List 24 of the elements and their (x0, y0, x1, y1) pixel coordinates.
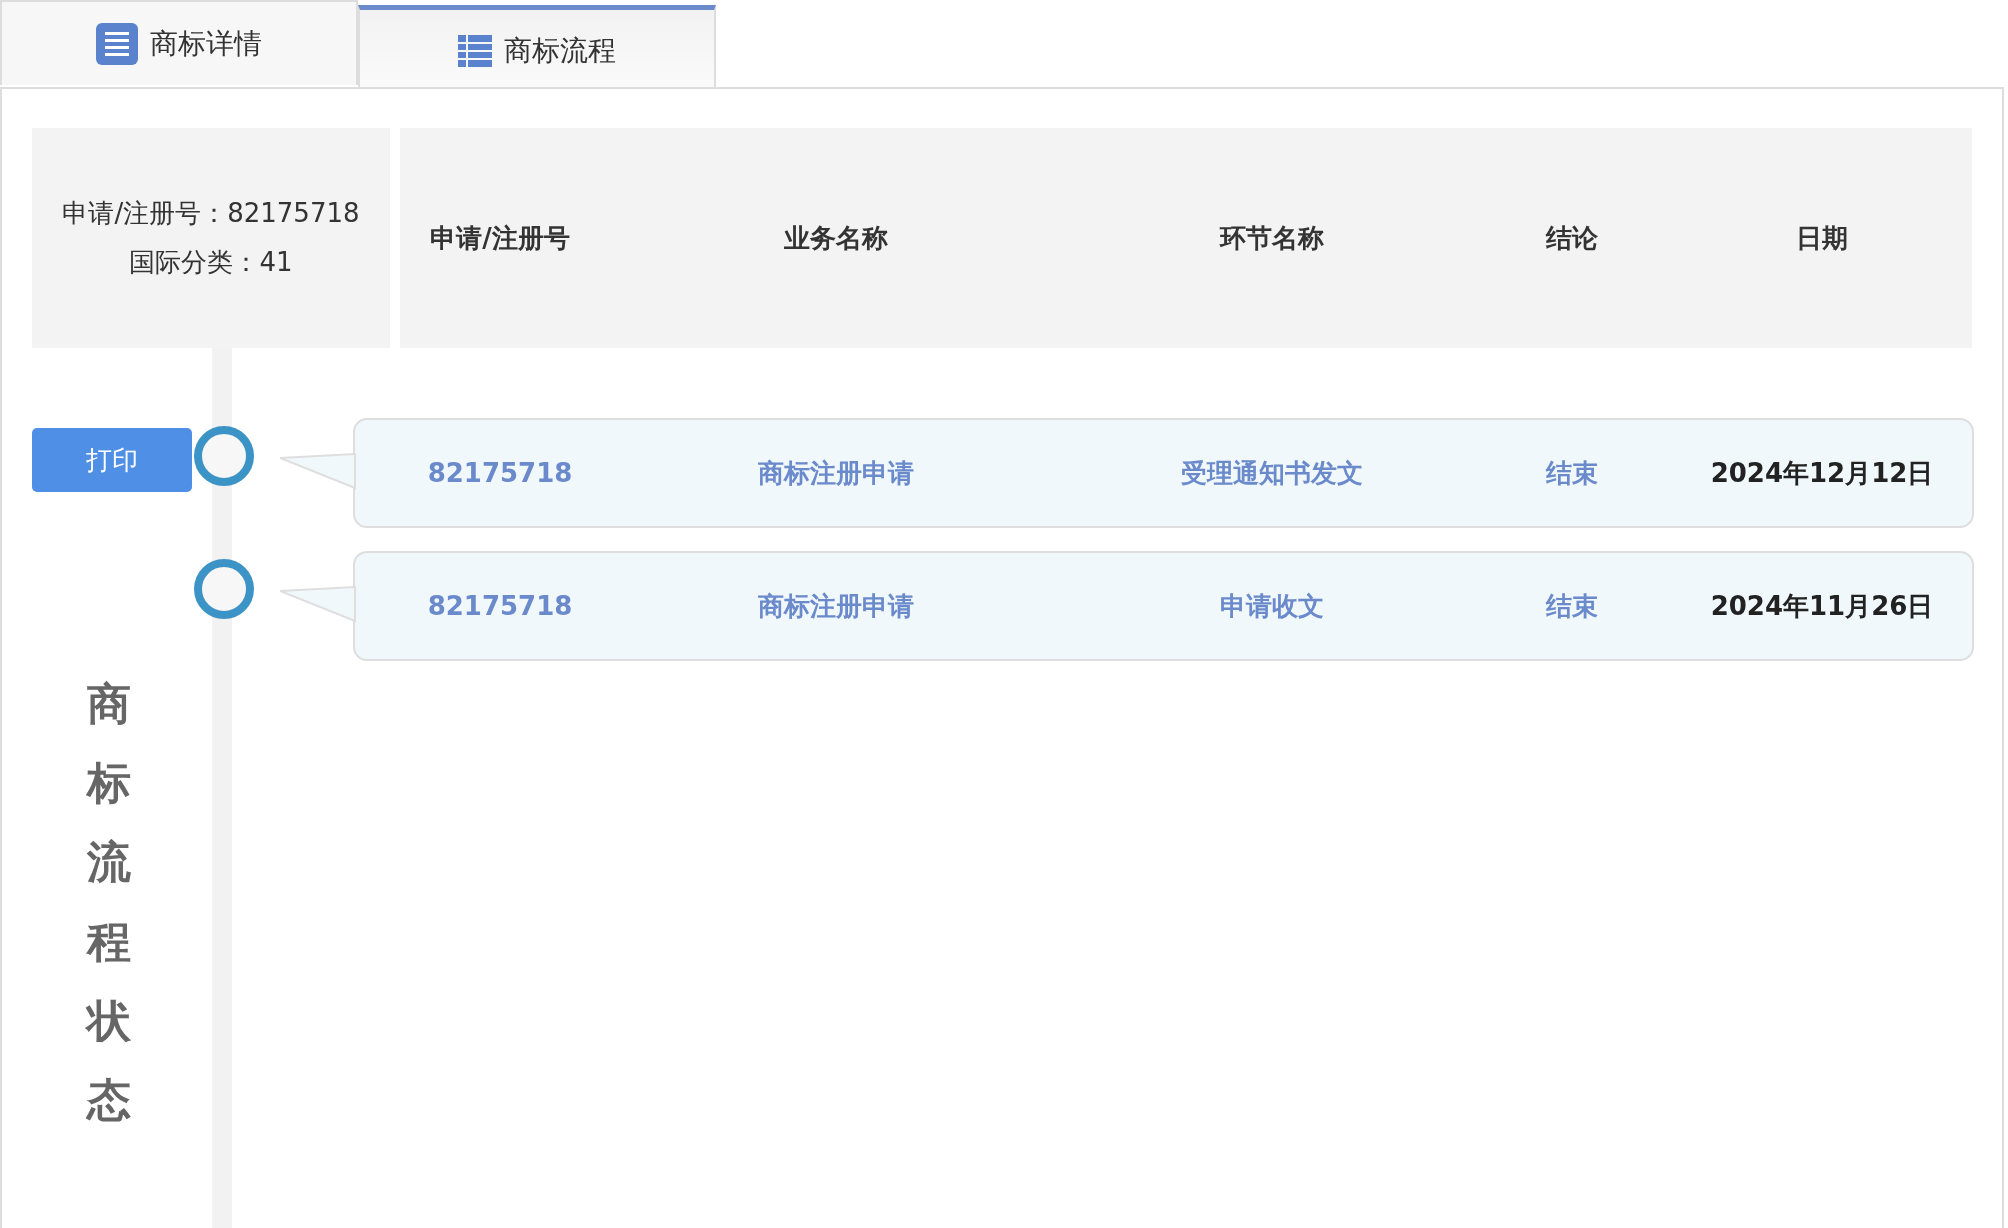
record-number: 82175718 (426, 591, 574, 621)
side-title: 商标流程状态 (87, 677, 131, 1127)
registration-number: 申请/注册号：82175718 (62, 197, 360, 230)
list-icon (96, 22, 138, 65)
column-header: 申请/注册号 (429, 221, 571, 255)
date: 2024年11月26日 (1709, 589, 1935, 623)
tab[interactable]: 商标详情 (0, 0, 358, 85)
record-number: 82175718 (426, 458, 574, 488)
column-header: 业务名称 (783, 221, 889, 255)
column-header: 结论 (1544, 221, 1599, 255)
column-header: 环节名称 (1218, 221, 1325, 255)
conclusion: 结束 (1544, 589, 1599, 623)
conclusion: 结束 (1544, 456, 1599, 490)
step-name: 申请收文 (1219, 589, 1325, 623)
business-name: 商标注册申请 (757, 456, 915, 490)
date: 2024年12月12日 (1709, 456, 1935, 490)
table-icon (458, 34, 492, 67)
column-header: 日期 (1795, 221, 1849, 255)
international-class: 国际分类：41 (129, 246, 293, 279)
tab[interactable]: 商标流程 (358, 5, 716, 87)
timeline-node-icon (194, 426, 254, 486)
timeline-node-icon (194, 559, 254, 619)
step-name: 受理通知书发文 (1180, 456, 1364, 490)
business-name: 商标注册申请 (757, 589, 915, 623)
